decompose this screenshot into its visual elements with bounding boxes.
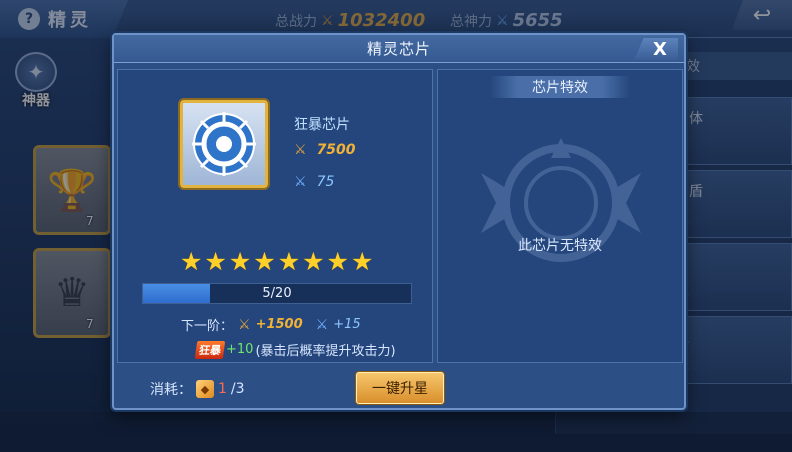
effect-title: 芯片特效 xyxy=(532,80,588,96)
cost-need: /3 xyxy=(230,381,245,397)
next-tier-label: 下一阶： xyxy=(181,319,234,334)
chip-fragment-icon: ◆ xyxy=(196,380,214,398)
crossed-swords-icon: ⚔ xyxy=(238,316,251,333)
star-progress-text: 5/20 xyxy=(262,286,292,301)
cost-have: 1 xyxy=(218,381,227,397)
chip-dialog: 精灵芯片 X 狂暴芯片 ⚔ 7500 ⚔ 75 ★ ★ ★ ★ ★ ★ ★ ★ … xyxy=(112,33,686,410)
next-tier-attack-bonus: +1500 xyxy=(255,317,303,332)
star-icon: ★ xyxy=(302,247,325,276)
star-icon: ★ xyxy=(253,247,276,276)
next-tier-defense-bonus: +15 xyxy=(333,317,361,332)
chip-icon xyxy=(180,100,268,188)
no-effect-text: 此芯片无特效 xyxy=(518,238,602,254)
close-button[interactable]: X xyxy=(634,38,678,60)
chip-effect-pane: 芯片特效 此芯片无特效 xyxy=(437,69,683,363)
one-click-star-up-button[interactable]: 一键升星 xyxy=(356,372,444,404)
winged-emblem-icon xyxy=(481,138,641,262)
next-tier-line: 下一阶： ⚔ +1500 ⚔ +15 xyxy=(181,315,361,335)
cost-row: 消耗： ◆ 1 /3 xyxy=(150,379,245,399)
defense-stat: ⚔ 75 xyxy=(294,174,334,190)
dialog-title: 精灵芯片 xyxy=(366,40,431,58)
dialog-header: 精灵芯片 X xyxy=(114,35,684,63)
attack-stat: ⚔ 7500 xyxy=(294,142,356,158)
skill-bonus: +10 xyxy=(226,342,254,357)
blue-sword-icon: ⚔ xyxy=(294,174,307,190)
star-icon: ★ xyxy=(350,247,374,276)
chip-info-pane: 狂暴芯片 ⚔ 7500 ⚔ 75 ★ ★ ★ ★ ★ ★ ★ ★ 5/20 下一阶： ⚔ +1… xyxy=(117,69,433,363)
chip-name: 狂暴芯片 xyxy=(294,117,350,133)
cost-label: 消耗： xyxy=(150,382,192,398)
star-icon: ★ xyxy=(204,247,227,276)
skill-line: 狂暴 +10 (暴击后概率提升攻击力) xyxy=(194,340,396,359)
blue-sword-icon: ⚔ xyxy=(315,316,329,333)
chip-emblem-icon xyxy=(192,112,256,176)
star-icon: ★ xyxy=(277,247,301,276)
star-progress-bar: 5/20 xyxy=(142,283,412,304)
star-icon: ★ xyxy=(228,247,252,276)
effect-title-banner: 芯片特效 xyxy=(490,76,630,98)
star-icon: ★ xyxy=(180,247,203,276)
skill-description: (暴击后概率提升攻击力) xyxy=(255,344,396,359)
star-rating: ★ ★ ★ ★ ★ ★ ★ ★ xyxy=(180,248,373,276)
crossed-swords-icon: ⚔ xyxy=(294,142,307,158)
berserk-badge: 狂暴 xyxy=(194,340,226,359)
star-icon: ★ xyxy=(326,247,349,276)
defense-value: 75 xyxy=(316,174,335,190)
attack-value: 7500 xyxy=(316,142,356,158)
